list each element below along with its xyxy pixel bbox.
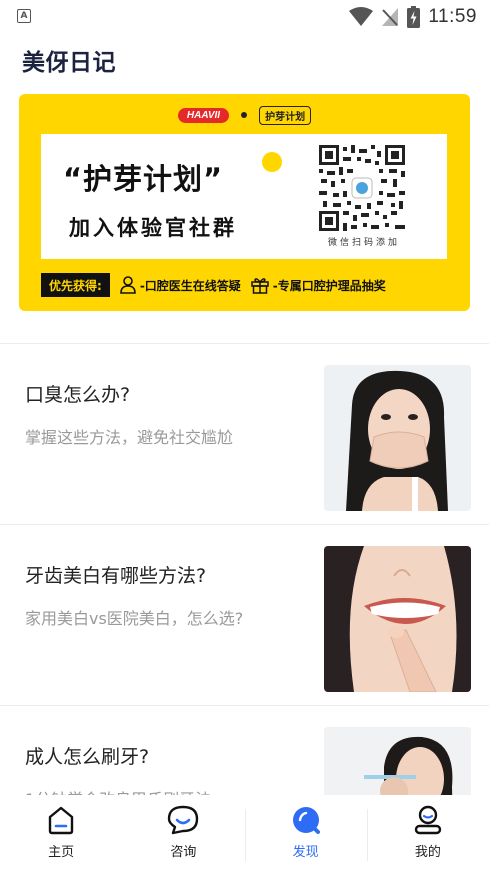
status-icons: 11:59 <box>349 5 477 29</box>
benefit-item: -专属口腔护理品抽奖 <box>251 276 386 294</box>
headline-decoration <box>262 152 282 172</box>
benefits-label: 优先获得: <box>41 273 110 297</box>
benefit-text: -专属口腔护理品抽奖 <box>272 278 386 293</box>
banner-brand-row: HAAVII 护芽计划 <box>19 105 470 125</box>
nav-label: 我的 <box>414 845 441 860</box>
app-title: 美伢日记 <box>22 50 116 76</box>
article-item[interactable]: 口臭怎么办? 掌握这些方法，避免社交尴尬 <box>0 344 489 524</box>
bottom-navigation: 主页 咨询 发现 我的 <box>0 795 489 871</box>
plan-tag: 护芽计划 <box>259 105 312 125</box>
status-bar: A 11:59 <box>0 0 489 34</box>
article-item[interactable]: 牙齿美白有哪些方法? 家用美白vs医院美白，怎么选? <box>0 525 489 705</box>
nav-item-home[interactable]: 主页 <box>0 795 122 871</box>
nav-label: 主页 <box>48 845 75 860</box>
chat-icon <box>168 805 199 835</box>
battery-charging-icon <box>407 6 421 28</box>
discover-icon <box>292 807 320 834</box>
notification-a-icon: A <box>17 9 31 23</box>
gift-icon <box>251 278 269 294</box>
nav-item-profile[interactable]: 我的 <box>366 795 489 871</box>
qr-code <box>319 145 405 231</box>
nav-item-discover[interactable]: 发现 <box>244 795 367 871</box>
promo-banner[interactable]: HAAVII 护芽计划 “护芽计划” 加入体验官社群 微信扫码添加 优先获得: … <box>19 94 470 311</box>
article-thumbnail-whitening <box>324 546 471 692</box>
benefits-row: 优先获得: -口腔医生在线答疑 -专属口腔护理品抽奖 <box>41 272 447 298</box>
benefit-item: -口腔医生在线答疑 <box>120 276 241 294</box>
brand-logo: HAAVII <box>177 107 230 123</box>
nav-item-consult[interactable]: 咨询 <box>122 795 244 871</box>
nav-divider <box>366 809 368 861</box>
home-icon <box>48 806 74 835</box>
nav-label: 咨询 <box>170 845 197 860</box>
article-thumbnail-bad-breath <box>324 365 471 511</box>
banner-subline: 加入体验官社群 <box>69 216 237 240</box>
qr-caption: 微信扫码添加 <box>327 238 400 248</box>
nav-divider <box>244 809 246 861</box>
banner-headline: “护芽计划” <box>63 162 224 196</box>
article-title: 牙齿美白有哪些方法? <box>25 565 207 587</box>
article-title: 口臭怎么办? <box>25 384 131 406</box>
signal-off-icon <box>382 8 399 26</box>
article-subtitle: 掌握这些方法，避免社交尴尬 <box>25 428 234 447</box>
article-subtitle: 家用美白vs医院美白，怎么选? <box>25 609 244 628</box>
banner-card: “护芽计划” 加入体验官社群 微信扫码添加 <box>41 134 447 259</box>
wifi-icon <box>349 7 374 26</box>
nav-label: 发现 <box>292 845 319 860</box>
benefit-text: -口腔医生在线答疑 <box>139 278 241 293</box>
profile-icon <box>414 805 442 835</box>
dot-separator <box>241 112 248 118</box>
status-time: 11:59 <box>428 6 477 27</box>
article-title: 成人怎么刷牙? <box>25 746 150 768</box>
person-icon <box>120 276 136 294</box>
